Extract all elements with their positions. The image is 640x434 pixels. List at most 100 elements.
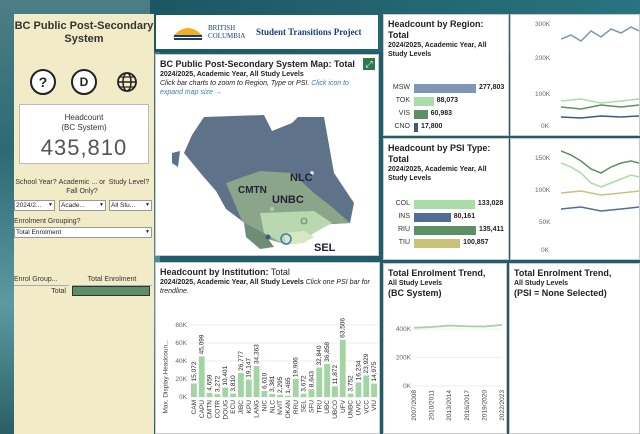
institution-bar-label: 16,234 (355, 360, 362, 380)
institution-bar[interactable] (238, 372, 244, 397)
psi-trend-panel: 150K 100K 50K 0K (510, 138, 640, 260)
institution-title: Headcount by Institution: Total (160, 267, 290, 277)
institution-bar[interactable] (308, 389, 315, 397)
institution-category-label: UFV (340, 399, 347, 413)
psi-bar[interactable] (414, 239, 461, 248)
institution-category-label: SFU (308, 400, 315, 413)
institution-bar[interactable] (347, 393, 354, 397)
institution-bar-label: 8,643 (308, 371, 315, 388)
psi-bar-label: INS (398, 213, 410, 220)
region-trend-tick: 200K (535, 55, 551, 62)
institution-bar-label: 26,777 (238, 351, 245, 371)
region-bar-row[interactable]: CNO 17,800 (388, 122, 512, 133)
psi-bar-row[interactable]: COL 133,028 (388, 199, 512, 210)
psi-bar[interactable] (414, 200, 475, 209)
psi-bar[interactable] (414, 226, 476, 235)
psi-bar-row[interactable]: TIU 100,857 (388, 238, 512, 249)
psi-title: Headcount by PSI Type: (388, 143, 491, 153)
psi-bar-value: 133,028 (477, 200, 504, 207)
map-subtitle: 2024/2025, Academic Year, All Study Leve… (160, 71, 304, 78)
psi-trend-tick: 50K (539, 219, 551, 226)
institution-bar[interactable] (277, 394, 283, 397)
trend-x-tick: 2022/2023 (499, 390, 506, 421)
institution-bar[interactable] (191, 383, 197, 397)
institution-bar[interactable] (222, 387, 229, 397)
region-bar[interactable] (414, 97, 434, 106)
header-bar: BRITISH COLUMBIA Student Transitions Pro… (156, 15, 378, 49)
institution-bar-label: 3,752 (348, 375, 355, 392)
institution-bar-label: 3,672 (301, 375, 308, 392)
trend-line[interactable] (413, 323, 503, 329)
trend-y-tick: 200K (396, 355, 412, 362)
institution-bar-label: 4,659 (207, 374, 214, 391)
bc-map[interactable]: NLC CMTN UNBC SEL (164, 113, 364, 255)
bc-logo-icon (172, 23, 204, 41)
school-year-select[interactable]: 2024/2... ▼ (14, 200, 55, 211)
institution-bar[interactable] (363, 375, 370, 397)
region-bar-value: 60,983 (430, 110, 453, 117)
grouping-select[interactable]: Total Enrolment ▼ (14, 227, 152, 238)
institution-subtitle: 2024/2025, Academic Year, All Study Leve… (160, 279, 370, 295)
psi-bar-row[interactable]: RIU 135,411 (388, 225, 512, 236)
download-icon[interactable]: D (71, 69, 97, 95)
institution-category-label: KPU (246, 400, 253, 414)
institution-bar[interactable] (245, 379, 252, 397)
sidebar: BC Public Post-Secondary System ? D Head… (14, 14, 154, 434)
region-bar-row[interactable]: TOK 88,073 (388, 96, 512, 107)
institution-bar[interactable] (339, 339, 346, 397)
institution-bar-label: 23,929 (363, 353, 370, 373)
headcount-value: 435,810 (40, 135, 128, 160)
academic-select[interactable]: Acade... ▼ (59, 200, 106, 211)
institution-bar-label: 6,610 (261, 372, 268, 389)
institution-bar[interactable] (198, 356, 205, 397)
region-trend-lines[interactable] (561, 19, 639, 133)
expand-icon[interactable]: ⤢ (363, 58, 375, 70)
chevron-down-icon: ▼ (145, 229, 150, 235)
institution-bar[interactable] (332, 386, 338, 397)
globe-icon[interactable] (114, 69, 140, 95)
psi-bar[interactable] (414, 213, 451, 222)
psi-trend-lines[interactable] (561, 143, 639, 257)
region-trend-tick: 0K (541, 123, 549, 130)
institution-bar[interactable] (285, 395, 291, 397)
institution-bar[interactable] (371, 383, 377, 397)
region-bar[interactable] (414, 84, 476, 93)
psi-bar-value: 135,411 (479, 226, 504, 233)
institution-bar[interactable] (292, 379, 299, 397)
project-title: Student Transitions Project (256, 27, 362, 37)
institution-category-label: CMTN (207, 400, 214, 419)
institution-bar-label: 34,363 (254, 344, 261, 364)
institution-bar[interactable] (316, 367, 323, 397)
institution-bar[interactable] (206, 392, 213, 397)
institution-bar-chart[interactable]: 80K 60K 40K 20K 0K 15,072 CAM 45,099 CAPU 4,659 CM… (170, 313, 378, 433)
institution-category-label: NVIT (277, 400, 284, 415)
institution-bar-label: 19,147 (246, 358, 253, 378)
psi-bar-row[interactable]: INS 80,161 (388, 212, 512, 223)
region-bar-label: VIS (398, 110, 410, 117)
institution-bar[interactable] (253, 366, 260, 397)
chevron-down-icon: ▼ (145, 202, 150, 208)
region-bar[interactable] (414, 110, 428, 119)
logo-line-2: COLUMBIA (208, 32, 246, 40)
institution-category-label: JIBC (238, 400, 245, 414)
institution-bar[interactable] (269, 393, 276, 397)
study-level-select[interactable]: All Stu... ▼ (109, 200, 152, 211)
institution-category-label: CAPU (199, 400, 206, 418)
table-row-bar[interactable] (72, 286, 150, 296)
trend-system-chart[interactable]: 400K 200K 0K2007/2008 2010/2011 2013/2014 201… (386, 310, 506, 432)
institution-bar[interactable] (324, 363, 330, 397)
institution-bar-label: 10,401 (222, 365, 229, 385)
region-bar-label: TOK (395, 97, 410, 104)
institution-bar[interactable] (300, 393, 307, 397)
region-bar-row[interactable]: MSW 277,803 (388, 83, 512, 94)
psi-trend-tick: 0K (541, 247, 549, 254)
region-bar[interactable] (414, 123, 418, 132)
question-icon[interactable]: ? (30, 69, 56, 95)
institution-bar[interactable] (355, 382, 362, 397)
institution-bar[interactable] (214, 394, 221, 397)
institution-bar[interactable] (261, 391, 268, 397)
region-bar-row[interactable]: VIS 60,983 (388, 109, 512, 120)
institution-bar[interactable] (230, 393, 236, 397)
chevron-down-icon: ▼ (48, 202, 53, 208)
y-tick-label: 20K (175, 376, 187, 383)
